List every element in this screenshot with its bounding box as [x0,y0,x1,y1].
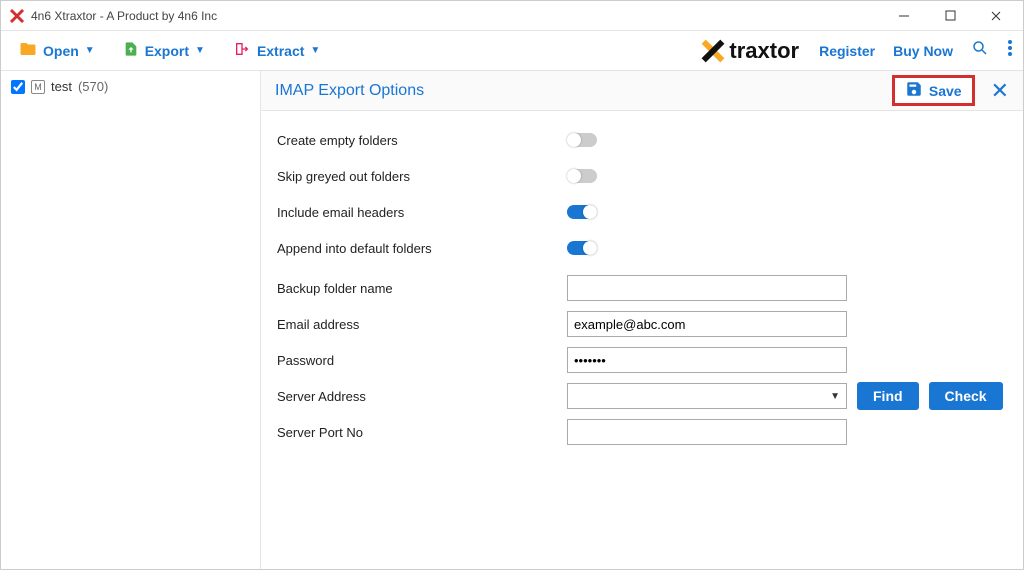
save-button[interactable]: Save [892,75,975,106]
tree-checkbox[interactable] [11,80,25,94]
more-icon[interactable] [1007,39,1013,62]
close-button[interactable] [973,1,1019,31]
label-server-port: Server Port No [277,425,567,440]
export-icon [123,40,139,61]
close-panel-icon[interactable]: ✕ [991,78,1009,104]
folder-open-icon [19,40,37,61]
sidebar: M test (570) [1,71,261,569]
main-panel: IMAP Export Options Save ✕ Create empty … [261,71,1023,569]
app-icon [9,8,25,24]
extract-icon [233,41,251,60]
save-icon [905,80,923,101]
brand-x-icon [699,37,727,65]
chevron-down-icon: ▼ [830,391,840,402]
input-server-port[interactable] [567,419,847,445]
tree-item[interactable]: M test (570) [11,79,250,94]
maximize-button[interactable] [927,1,973,31]
brand-logo: traxtor [699,37,799,65]
label-email: Email address [277,317,567,332]
tree-item-name: test [51,79,72,94]
label-backup-folder: Backup folder name [277,281,567,296]
save-label: Save [929,83,962,99]
label-password: Password [277,353,567,368]
row-server-address: Server Address ▼ Find Check [277,381,1007,411]
input-backup-folder[interactable] [567,275,847,301]
export-label: Export [145,43,189,59]
row-create-empty: Create empty folders [277,125,1007,155]
row-email: Email address [277,309,1007,339]
window-title: 4n6 Xtraxtor - A Product by 4n6 Inc [31,9,881,23]
toggle-create-empty[interactable] [567,133,597,147]
input-email[interactable] [567,311,847,337]
register-link[interactable]: Register [819,43,875,59]
toggle-include-headers[interactable] [567,205,597,219]
row-skip-greyed: Skip greyed out folders [277,161,1007,191]
panel-header: IMAP Export Options Save ✕ [261,71,1023,111]
window-controls [881,1,1019,31]
check-button[interactable]: Check [929,382,1003,410]
label-include-headers: Include email headers [277,205,567,220]
form: Create empty folders Skip greyed out fol… [261,111,1023,467]
toggle-skip-greyed[interactable] [567,169,597,183]
panel-title: IMAP Export Options [275,82,892,100]
row-password: Password [277,345,1007,375]
tree-item-count: (570) [78,79,108,94]
open-label: Open [43,43,79,59]
chevron-down-icon: ▼ [310,45,320,56]
buy-now-link[interactable]: Buy Now [893,43,953,59]
titlebar: 4n6 Xtraxtor - A Product by 4n6 Inc [1,1,1023,31]
row-server-port: Server Port No [277,417,1007,447]
find-button[interactable]: Find [857,382,919,410]
row-append-default: Append into default folders [277,233,1007,263]
minimize-button[interactable] [881,1,927,31]
label-skip-greyed: Skip greyed out folders [277,169,567,184]
toolbar-right: Register Buy Now [819,39,1013,62]
row-include-headers: Include email headers [277,197,1007,227]
search-icon[interactable] [971,39,989,62]
label-create-empty: Create empty folders [277,133,567,148]
extract-button[interactable]: Extract ▼ [225,37,328,64]
label-append-default: Append into default folders [277,241,567,256]
toggle-append-default[interactable] [567,241,597,255]
chevron-down-icon: ▼ [85,45,95,56]
row-backup-folder: Backup folder name [277,273,1007,303]
label-server-address: Server Address [277,389,567,404]
input-password[interactable] [567,347,847,373]
toolbar: Open ▼ Export ▼ Extract ▼ traxtor Regist… [1,31,1023,71]
open-button[interactable]: Open ▼ [11,36,103,65]
export-button[interactable]: Export ▼ [115,36,213,65]
extract-label: Extract [257,43,304,59]
chevron-down-icon: ▼ [195,45,205,56]
combo-server-address[interactable]: ▼ [567,383,847,409]
mail-folder-icon: M [31,80,45,94]
brand-text: traxtor [729,38,799,64]
